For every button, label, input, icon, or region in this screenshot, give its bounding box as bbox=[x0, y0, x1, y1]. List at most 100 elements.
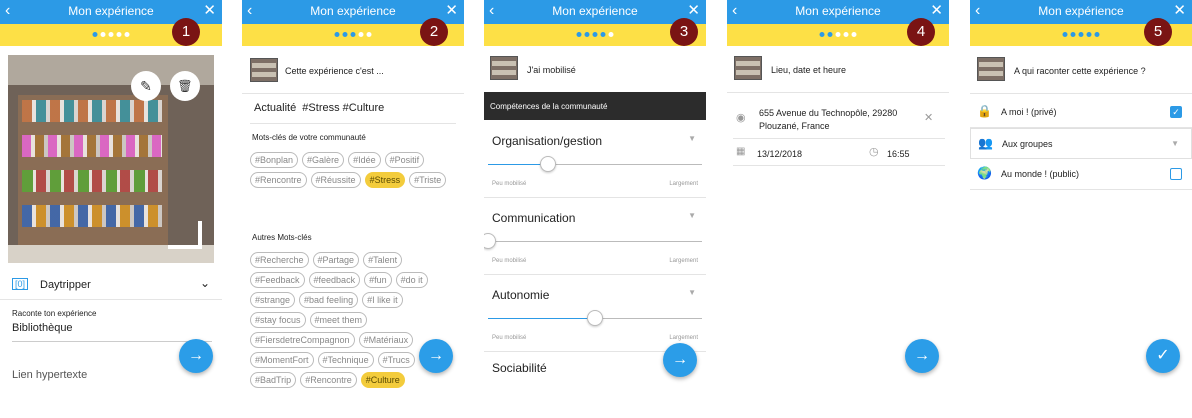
tag-chip[interactable]: #do it bbox=[395, 272, 428, 288]
tag-chip[interactable]: #strange bbox=[250, 292, 296, 308]
progress-dot bbox=[116, 32, 122, 37]
progress-dots bbox=[334, 32, 372, 37]
tag-chip[interactable]: #Rencontre bbox=[250, 172, 307, 188]
tag-chip[interactable]: #Idée bbox=[348, 152, 381, 168]
progress-dot bbox=[843, 32, 849, 37]
next-button[interactable]: → bbox=[663, 343, 697, 377]
page-title: Mon expérience bbox=[552, 4, 638, 18]
competence-name: Organisation/gestion bbox=[492, 134, 603, 148]
mobilisation-slider[interactable] bbox=[484, 233, 702, 249]
tag-chip[interactable]: #stay focus bbox=[250, 312, 306, 328]
audience-option[interactable]: 🔒 A moi ! (privé) ✓ bbox=[970, 97, 1192, 128]
competence-name: Sociabilité bbox=[492, 361, 547, 375]
clear-address-icon[interactable]: ✕ bbox=[924, 111, 933, 124]
progress-dot bbox=[108, 32, 114, 37]
page-title: Mon expérience bbox=[795, 4, 881, 18]
competences-section-header: Compétences de la communauté bbox=[484, 92, 706, 120]
tag-chip[interactable]: #Partage bbox=[312, 252, 360, 268]
confirm-button[interactable]: ✓ bbox=[1146, 339, 1180, 373]
tag-chip[interactable]: #Stress bbox=[364, 172, 406, 188]
section-header: A qui raconter cette expérience ? bbox=[1014, 66, 1146, 76]
tag-chip[interactable]: #Matériaux bbox=[358, 332, 414, 348]
next-button[interactable]: → bbox=[419, 339, 453, 373]
tag-chip[interactable]: #Triste bbox=[409, 172, 447, 188]
date-field[interactable]: 13/12/2018 bbox=[757, 149, 802, 159]
tag-chip[interactable]: #Positif bbox=[384, 152, 425, 168]
tag-chip[interactable]: #feedback bbox=[308, 272, 361, 288]
slider-thumb[interactable] bbox=[587, 310, 603, 326]
close-icon[interactable]: ✕ bbox=[203, 2, 216, 20]
app-selector[interactable]: [0] Daytripper ⌄ bbox=[0, 270, 222, 300]
tag-chip[interactable]: #meet them bbox=[309, 312, 368, 328]
divider bbox=[727, 92, 949, 93]
close-icon[interactable]: ✕ bbox=[1173, 2, 1186, 20]
step-badge: 3 bbox=[670, 18, 698, 46]
pencil-icon: ✎ bbox=[140, 78, 152, 94]
tag-chip[interactable]: #Bonplan bbox=[250, 152, 299, 168]
progress-dot bbox=[366, 32, 372, 37]
tag-chip[interactable]: #Recherche bbox=[250, 252, 309, 268]
progress-dot bbox=[1094, 32, 1100, 37]
progress-dot bbox=[334, 32, 340, 37]
tag-chip[interactable]: #Culture bbox=[360, 372, 405, 388]
tag-chip[interactable]: #Feedback bbox=[250, 272, 305, 288]
tag-chip[interactable]: #Réussite bbox=[310, 172, 361, 188]
trash-icon: 🗑 bbox=[177, 79, 193, 93]
progress-dot bbox=[1078, 32, 1084, 37]
chevron-down-icon[interactable]: ▼ bbox=[1171, 139, 1179, 148]
link-input[interactable]: Lien hypertexte bbox=[12, 369, 87, 381]
next-button[interactable]: → bbox=[905, 339, 939, 373]
progress-dot bbox=[1062, 32, 1068, 37]
audience-option[interactable]: 👥 Aux groupes ▼ bbox=[970, 128, 1192, 159]
page-title: Mon expérience bbox=[310, 4, 396, 18]
next-button[interactable]: → bbox=[179, 339, 213, 373]
progress-dot bbox=[827, 32, 833, 37]
community-keywords-title: Mots-clés de votre communauté bbox=[252, 133, 366, 142]
audience-option[interactable]: 🌍 Au monde ! (public) bbox=[970, 159, 1192, 190]
close-icon[interactable]: ✕ bbox=[930, 2, 943, 20]
location-pin-icon: ◉ bbox=[736, 112, 746, 124]
section-header: J'ai mobilisé bbox=[527, 65, 576, 75]
group-icon: 👥 bbox=[978, 136, 993, 150]
competence-name: Autonomie bbox=[492, 288, 550, 302]
close-icon[interactable]: ✕ bbox=[687, 2, 700, 20]
slider-thumb[interactable] bbox=[484, 233, 496, 249]
tag-chip[interactable]: #Talent bbox=[363, 252, 403, 268]
divider bbox=[733, 138, 945, 139]
checkbox[interactable]: ✓ bbox=[1170, 106, 1182, 118]
edit-photo-button[interactable]: ✎ bbox=[131, 71, 161, 101]
tag-chip[interactable]: #FiersdetreCompagnon bbox=[250, 332, 355, 348]
chevron-down-icon[interactable]: ▼ bbox=[688, 288, 696, 297]
step-badge: 2 bbox=[420, 18, 448, 46]
page-title: Mon expérience bbox=[68, 4, 154, 18]
delete-photo-button[interactable]: 🗑 bbox=[170, 71, 200, 101]
mobilisation-slider[interactable] bbox=[488, 156, 702, 172]
tag-chip[interactable]: #MomentFort bbox=[250, 352, 314, 368]
chevron-down-icon[interactable]: ▼ bbox=[688, 211, 696, 220]
slider-fill bbox=[488, 164, 548, 165]
tag-chip[interactable]: #BadTrip bbox=[250, 372, 297, 388]
time-field[interactable]: 16:55 bbox=[887, 149, 910, 159]
section-header: Cette expérience c'est ... bbox=[285, 66, 384, 76]
story-input[interactable]: Bibliothèque bbox=[12, 322, 212, 342]
tag-chip[interactable]: #fun bbox=[364, 272, 392, 288]
story-label: Raconte ton expérience bbox=[12, 309, 97, 318]
close-icon[interactable]: ✕ bbox=[445, 2, 458, 20]
competence-name: Communication bbox=[492, 211, 576, 225]
tag-chip[interactable]: #Technique bbox=[317, 352, 374, 368]
tag-chip[interactable]: #bad feeling bbox=[299, 292, 359, 308]
tag-chip[interactable]: #Trucs bbox=[377, 352, 415, 368]
progress-dot bbox=[100, 32, 106, 37]
tag-chip[interactable]: #I like it bbox=[362, 292, 403, 308]
divider bbox=[250, 123, 456, 124]
slider-fill bbox=[488, 318, 595, 319]
slider-thumb[interactable] bbox=[539, 156, 556, 172]
progress-dot bbox=[592, 32, 598, 37]
checkbox[interactable] bbox=[1170, 168, 1182, 180]
community-tags: #Bonplan #Galère #Idée #Positif #Rencontre #R… bbox=[250, 152, 450, 188]
chevron-down-icon[interactable]: ▼ bbox=[688, 134, 696, 143]
tag-chip[interactable]: #Rencontre bbox=[300, 372, 357, 388]
progress-dot bbox=[835, 32, 841, 37]
tag-chip[interactable]: #Galère bbox=[302, 152, 345, 168]
mobilisation-slider[interactable] bbox=[488, 310, 702, 326]
